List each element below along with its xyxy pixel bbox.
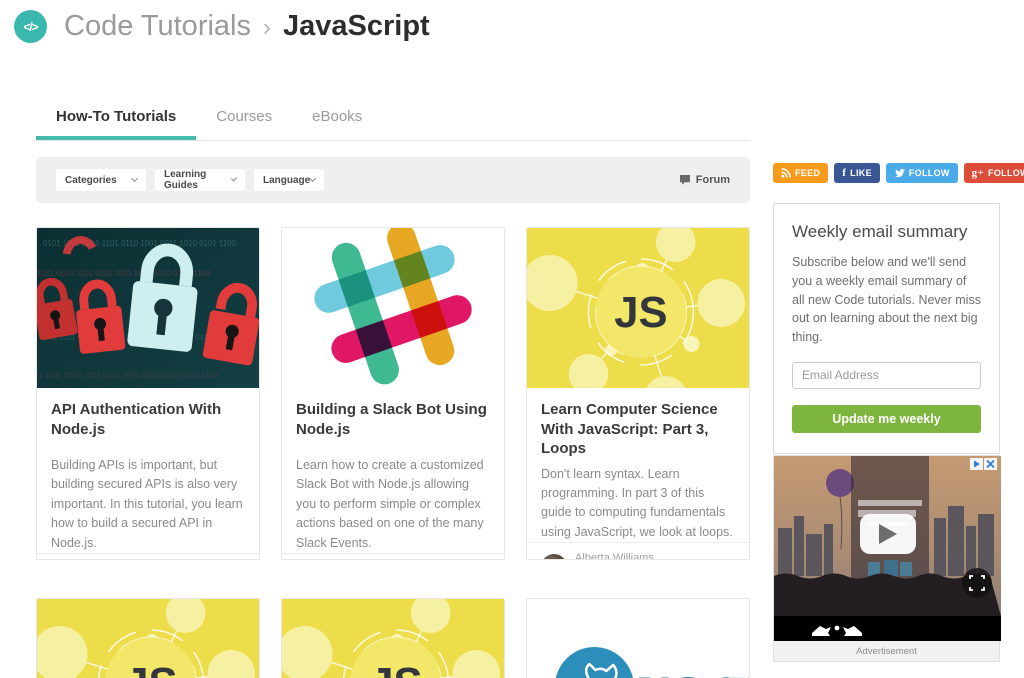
filter-dropdown[interactable]: Learning Guides — [155, 169, 245, 191]
social-button[interactable]: f g+ LIKE — [834, 163, 880, 183]
newsletter-body: Subscribe below and we'll send you a wee… — [792, 253, 981, 347]
author-avatar — [541, 554, 567, 561]
social-button[interactable]: f g+ FOLLOW — [964, 163, 1024, 183]
card-thumbnail[interactable]: 0101 1011 0010 1101 0110 1001 0011 1010 … — [282, 228, 504, 388]
filter-dropdown-label: Categories — [65, 175, 117, 186]
tab[interactable]: How-To Tutorials — [36, 97, 196, 140]
social-button-label: FOLLOW — [988, 168, 1024, 178]
card-thumbnail[interactable]: 0101 1011 0010 1101 0110 1001 0011 1010 … — [37, 599, 259, 678]
card-thumbnail[interactable]: 0101 1011 0010 1101 0110 1001 0011 1010 … — [527, 228, 749, 388]
advertisement-panel: Advertisement — [773, 455, 1000, 662]
card-thumbnail[interactable]: 0101 1011 0010 1101 0110 1001 0011 1010 … — [37, 228, 259, 388]
ad-close-icon — [984, 458, 997, 470]
newsletter-title: Weekly email summary — [792, 222, 981, 242]
card-description: Don't learn syntax. Learn programming. I… — [541, 465, 735, 543]
tutorial-card[interactable]: 0101 1011 0010 1101 0110 1001 0011 1010 … — [36, 598, 260, 678]
social-button[interactable]: f g+ FOLLOW — [886, 163, 958, 183]
card-footer: Alberta Williams 28 Sep 2017 JAVASCRIPT — [527, 542, 749, 560]
card-thumbnail[interactable]: 0101 1011 0010 1101 0110 1001 0011 1010 … — [527, 599, 749, 678]
ad-video-frame — [774, 456, 1001, 641]
main-content: Categories Learning Guides Language Foru… — [36, 157, 750, 678]
fullscreen-icon — [962, 568, 992, 598]
page-header: </> Code Tutorials › JavaScript — [14, 10, 430, 43]
breadcrumb-separator-icon: › — [263, 12, 271, 42]
subscribe-button[interactable]: Update me weekly — [792, 405, 981, 433]
card-title-link[interactable]: API Authentication With Node.js — [51, 400, 245, 450]
tab[interactable]: Courses — [196, 97, 292, 140]
tutorial-card[interactable]: 0101 1011 0010 1101 0110 1001 0011 1010 … — [36, 227, 260, 560]
tutorial-card-grid: 0101 1011 0010 1101 0110 1001 0011 1010 … — [36, 227, 750, 678]
svg-text:JS: JS — [124, 659, 177, 678]
facebook-icon: f — [842, 167, 846, 179]
page-title: JavaScript — [283, 10, 430, 43]
card-title-link[interactable]: Learn Computer Science With JavaScript: … — [541, 400, 735, 459]
padlocks-security-image: 0101 1011 0010 1101 0110 1001 0011 1010 … — [37, 228, 259, 388]
tutorial-card[interactable]: 0101 1011 0010 1101 0110 1001 0011 1010 … — [526, 598, 750, 678]
rss-icon — [781, 168, 791, 178]
advertisement-label: Advertisement — [774, 641, 999, 661]
filter-dropdown[interactable]: Language — [254, 169, 324, 191]
filter-bar: Categories Learning Guides Language Foru… — [36, 157, 750, 203]
card-body: API Authentication With Node.js Building… — [37, 388, 259, 553]
svg-text:JS: JS — [614, 288, 667, 337]
card-footer: Chinedu Izuchukwu 5 Oct 2017 NODE.JS — [37, 553, 259, 560]
tab[interactable]: eBooks — [292, 97, 382, 140]
adchoices-icon — [970, 458, 983, 470]
card-description: Building APIs is important, but building… — [51, 456, 245, 553]
twitter-icon — [894, 168, 905, 178]
chat-bubble-icon — [679, 174, 691, 186]
svg-text:yarn: yarn — [635, 657, 749, 678]
social-button[interactable]: f g+ FEED — [773, 163, 828, 183]
javascript-network-image: JS — [282, 599, 504, 678]
svg-text:JS: JS — [369, 659, 422, 678]
social-button-label: FEED — [795, 168, 820, 178]
chevron-down-icon — [131, 175, 138, 182]
yarn-logo-image: yarn — [527, 599, 749, 678]
filter-dropdown-label: Language — [263, 175, 310, 186]
card-body: Building a Slack Bot Using Node.js Learn… — [282, 388, 504, 553]
tab-bar: How-To Tutorials Courses eBooks — [36, 97, 750, 141]
card-description: Learn how to create a customized Slack B… — [296, 456, 490, 553]
ad-video-player[interactable] — [774, 456, 999, 641]
slack-logo-image — [282, 228, 504, 388]
google-plus-icon: g+ — [972, 167, 984, 179]
filter-dropdown-label: Learning Guides — [164, 169, 232, 191]
card-title-link[interactable]: Building a Slack Bot Using Node.js — [296, 400, 490, 450]
tutorial-card[interactable]: 0101 1011 0010 1101 0110 1001 0011 1010 … — [526, 227, 750, 560]
card-thumbnail[interactable]: 0101 1011 0010 1101 0110 1001 0011 1010 … — [282, 599, 504, 678]
card-footer: Jamie Munro 29 Sep 2017 NODE.JS — [282, 553, 504, 560]
chevron-down-icon — [309, 175, 316, 182]
forum-label: Forum — [696, 174, 730, 186]
social-button-label: LIKE — [850, 168, 872, 178]
code-tutorials-logo-icon[interactable]: </> — [14, 10, 47, 43]
social-button-label: FOLLOW — [909, 168, 950, 178]
forum-link[interactable]: Forum — [679, 174, 730, 186]
email-input[interactable] — [792, 362, 981, 389]
newsletter-panel: Weekly email summary Subscribe below and… — [773, 203, 1000, 454]
tutorial-card[interactable]: 0101 1011 0010 1101 0110 1001 0011 1010 … — [281, 227, 505, 560]
author-name: Alberta Williams — [575, 551, 654, 560]
javascript-network-image: JS — [37, 599, 259, 678]
breadcrumb-section[interactable]: Code Tutorials — [64, 10, 251, 43]
filter-dropdown[interactable]: Categories — [56, 169, 146, 191]
social-button-row: f g+ FEED f — [773, 163, 1000, 183]
card-body: Learn Computer Science With JavaScript: … — [527, 388, 749, 542]
tutorial-card[interactable]: 0101 1011 0010 1101 0110 1001 0011 1010 … — [281, 598, 505, 678]
javascript-network-image: JS — [527, 228, 749, 388]
svg-text:0101 1011 0010 1101 0110 1001: 0101 1011 0010 1101 0110 1001 0011 1010 … — [37, 371, 219, 380]
